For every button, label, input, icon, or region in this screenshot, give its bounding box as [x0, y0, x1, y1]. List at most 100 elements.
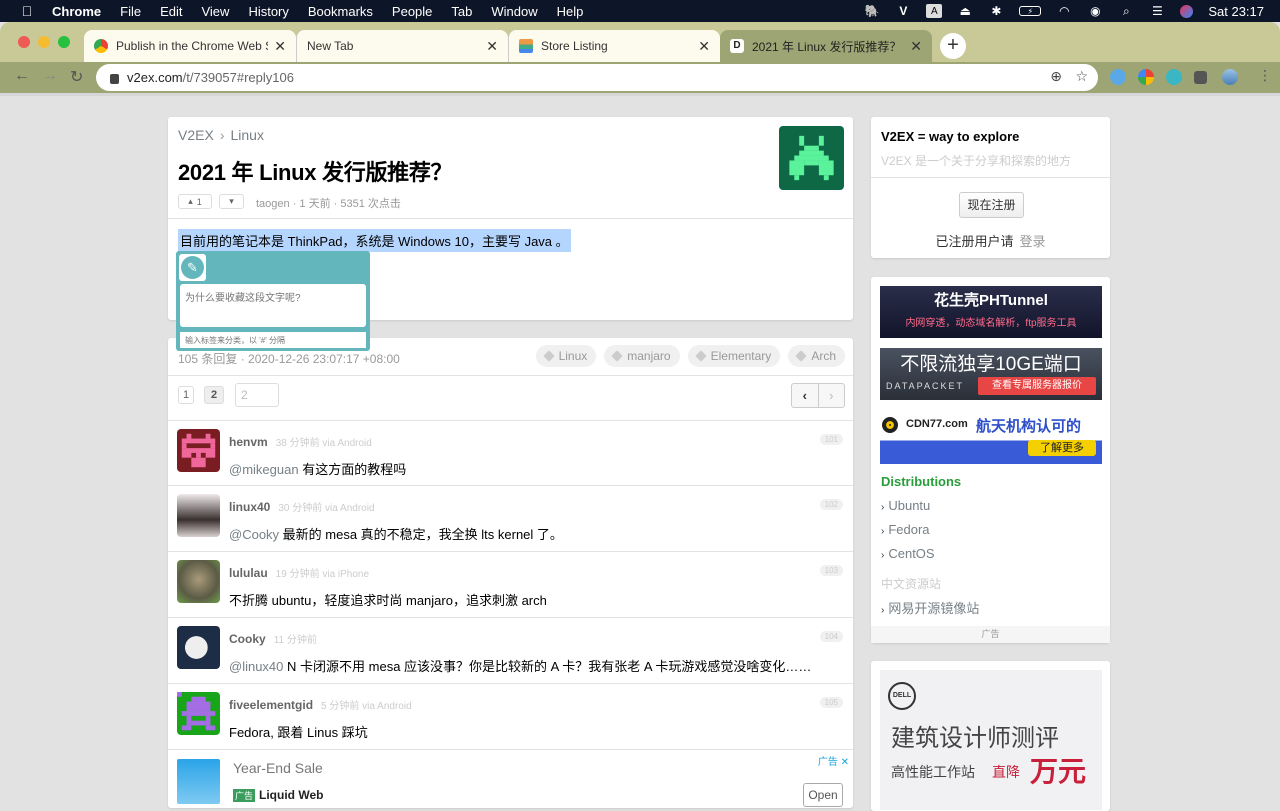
tag-linux[interactable]: Linux	[535, 345, 597, 367]
tag-label: Arch	[811, 349, 836, 363]
reply-username[interactable]: linux40 30 分钟前 via Android	[229, 499, 375, 514]
menu-file[interactable]: File	[120, 4, 141, 19]
mirror-link-163[interactable]: › 网易开源镜像站	[881, 598, 979, 617]
evernote-icon[interactable]: 🐘	[864, 4, 880, 18]
reply-username[interactable]: fiveelementgid 5 分钟前 via Android	[229, 697, 412, 712]
close-tab-icon[interactable]: ✕	[698, 38, 710, 55]
reply-avatar[interactable]	[177, 429, 220, 472]
reload-icon[interactable]: ↻	[70, 67, 83, 87]
next-page-button[interactable]: ›	[819, 384, 845, 407]
distro-link-centos[interactable]: › CentOS	[881, 546, 935, 561]
site-description: V2EX 是一个关于分享和探索的地方	[881, 154, 1072, 168]
reply-username[interactable]: henvm 38 分钟前 via Android	[229, 434, 372, 449]
reply-avatar[interactable]	[177, 494, 220, 537]
new-tab-button[interactable]: +	[940, 33, 966, 59]
close-tab-icon[interactable]: ✕	[486, 38, 498, 55]
menu-view[interactable]: View	[201, 4, 229, 19]
reply-avatar[interactable]	[177, 692, 220, 735]
menu-window[interactable]: Window	[491, 4, 537, 19]
dell-ad-discount-label: 直降	[992, 764, 1020, 780]
reply-number: 104	[819, 631, 843, 642]
google-icon[interactable]	[1138, 69, 1154, 85]
tag-icon	[542, 350, 555, 362]
maximize-window-button[interactable]	[58, 36, 70, 48]
add-icon[interactable]: ⊕	[1050, 68, 1062, 85]
battery-icon[interactable]: ⚡	[1019, 6, 1042, 16]
login-link[interactable]: 登录	[1020, 234, 1046, 249]
menu-tab[interactable]: Tab	[451, 4, 472, 19]
page-2-current[interactable]: 2	[204, 386, 224, 404]
ad-banner-cdn77[interactable]: CDN77.com 航天机构认可的 了解更多	[880, 412, 1102, 464]
menu-help[interactable]: Help	[557, 4, 584, 19]
minimize-window-button[interactable]	[38, 36, 50, 48]
menu-app-name[interactable]: Chrome	[52, 4, 101, 19]
menu-bookmarks[interactable]: Bookmarks	[308, 4, 373, 19]
siri-icon[interactable]	[1180, 4, 1194, 18]
profile-avatar[interactable]	[1222, 69, 1238, 85]
page-jump-input[interactable]: 2	[235, 383, 279, 407]
tab-store-listing[interactable]: Store Listing ✕	[508, 30, 720, 62]
menu-history[interactable]: History	[248, 4, 288, 19]
highlighter-button[interactable]: ✎	[179, 254, 206, 281]
input-source-icon[interactable]: A	[926, 4, 943, 18]
back-icon[interactable]: ←	[14, 67, 30, 85]
ad-banner-datapacket[interactable]: 不限流独享10GE端口 DATAPACKET 查看专属服务器报价	[880, 348, 1102, 400]
tag-manjaro[interactable]: manjaro	[604, 345, 680, 367]
control-center-icon[interactable]: ☰	[1149, 4, 1165, 18]
topic-content: 目前用的笔记本是 ThinkPad，系统是 Windows 10，主要写 Jav…	[178, 229, 571, 252]
distro-link-ubuntu[interactable]: › Ubuntu	[881, 498, 930, 513]
tag-elementary[interactable]: Elementary	[687, 345, 781, 367]
close-tab-icon[interactable]: ✕	[274, 38, 286, 55]
lock-icon[interactable]	[110, 73, 119, 84]
reply-avatar[interactable]	[177, 626, 220, 669]
reply-username[interactable]: lululau 19 分钟前 via iPhone	[229, 565, 369, 580]
tab-v2ex-active[interactable]: D 2021 年 Linux 发行版推荐？ - V ✕	[720, 30, 932, 62]
forward-icon[interactable]: →	[42, 67, 58, 85]
reply-avatar[interactable]	[177, 560, 220, 603]
page-1-link[interactable]: 1	[178, 386, 194, 404]
menu-edit[interactable]: Edit	[160, 4, 182, 19]
divider	[168, 218, 853, 219]
register-button[interactable]: 现在注册	[959, 192, 1024, 218]
breadcrumb-node[interactable]: Linux	[230, 127, 263, 143]
upvote-count: 1	[196, 196, 202, 207]
apple-icon[interactable]: 	[18, 3, 36, 19]
mention-link[interactable]: @mikeguan	[229, 462, 299, 477]
tag-input[interactable]	[180, 332, 366, 348]
tab-new-tab[interactable]: New Tab ✕	[296, 30, 508, 62]
mention-link[interactable]: @linux40	[229, 659, 283, 674]
tab-publish[interactable]: Publish in the Chrome Web Sto ✕	[84, 30, 296, 62]
downvote-button[interactable]: ▾	[219, 194, 244, 209]
ad-title[interactable]: Year-End Sale	[233, 760, 323, 776]
note-textarea[interactable]	[180, 284, 366, 327]
menu-people[interactable]: People	[392, 4, 432, 19]
ad-close-button[interactable]: 广告 ✕	[818, 753, 849, 768]
spotlight-icon[interactable]: ⌕	[1118, 4, 1134, 18]
wifi-icon[interactable]: ◠	[1056, 4, 1072, 18]
close-tab-icon[interactable]: ✕	[910, 38, 922, 55]
eject-icon[interactable]: ⏏	[957, 4, 973, 18]
bluetooth-icon[interactable]: ✱	[988, 4, 1004, 18]
vectorworks-icon[interactable]: V	[895, 4, 911, 18]
bookmark-star-icon[interactable]: ☆	[1075, 68, 1088, 85]
reply-username[interactable]: Cooky 11 分钟前	[229, 631, 317, 646]
clock[interactable]: Sat 23:17	[1208, 4, 1264, 19]
vimium-icon[interactable]	[1110, 69, 1126, 85]
author-avatar[interactable]	[779, 126, 844, 190]
ad-open-button[interactable]: Open	[803, 783, 843, 807]
distro-link-fedora[interactable]: › Fedora	[881, 522, 930, 537]
ad-banner-phtunnel[interactable]: 花生壳PHTunnel 内网穿透，动态域名解析，ftp服务工具	[880, 286, 1102, 338]
user-icon[interactable]: ◉	[1087, 4, 1103, 18]
more-menu-icon[interactable]: ⋮	[1258, 67, 1272, 84]
tag-arch[interactable]: Arch	[788, 345, 845, 367]
hydration-icon[interactable]	[1166, 69, 1182, 85]
ad-image[interactable]	[177, 759, 220, 804]
puzzle-icon[interactable]	[1194, 71, 1207, 84]
address-bar[interactable]: v2ex.com/t/739057#reply106 ⊕ ☆	[96, 64, 1098, 91]
upvote-button[interactable]: ▴ 1	[178, 194, 212, 209]
prev-page-button[interactable]: ‹	[792, 384, 819, 407]
dell-ad-banner[interactable]: DELL 建筑设计师测评 高性能工作站 直降 万元	[880, 670, 1102, 810]
close-window-button[interactable]	[18, 36, 30, 48]
breadcrumb-home[interactable]: V2EX	[178, 127, 214, 143]
mention-link[interactable]: @Cooky	[229, 527, 279, 542]
